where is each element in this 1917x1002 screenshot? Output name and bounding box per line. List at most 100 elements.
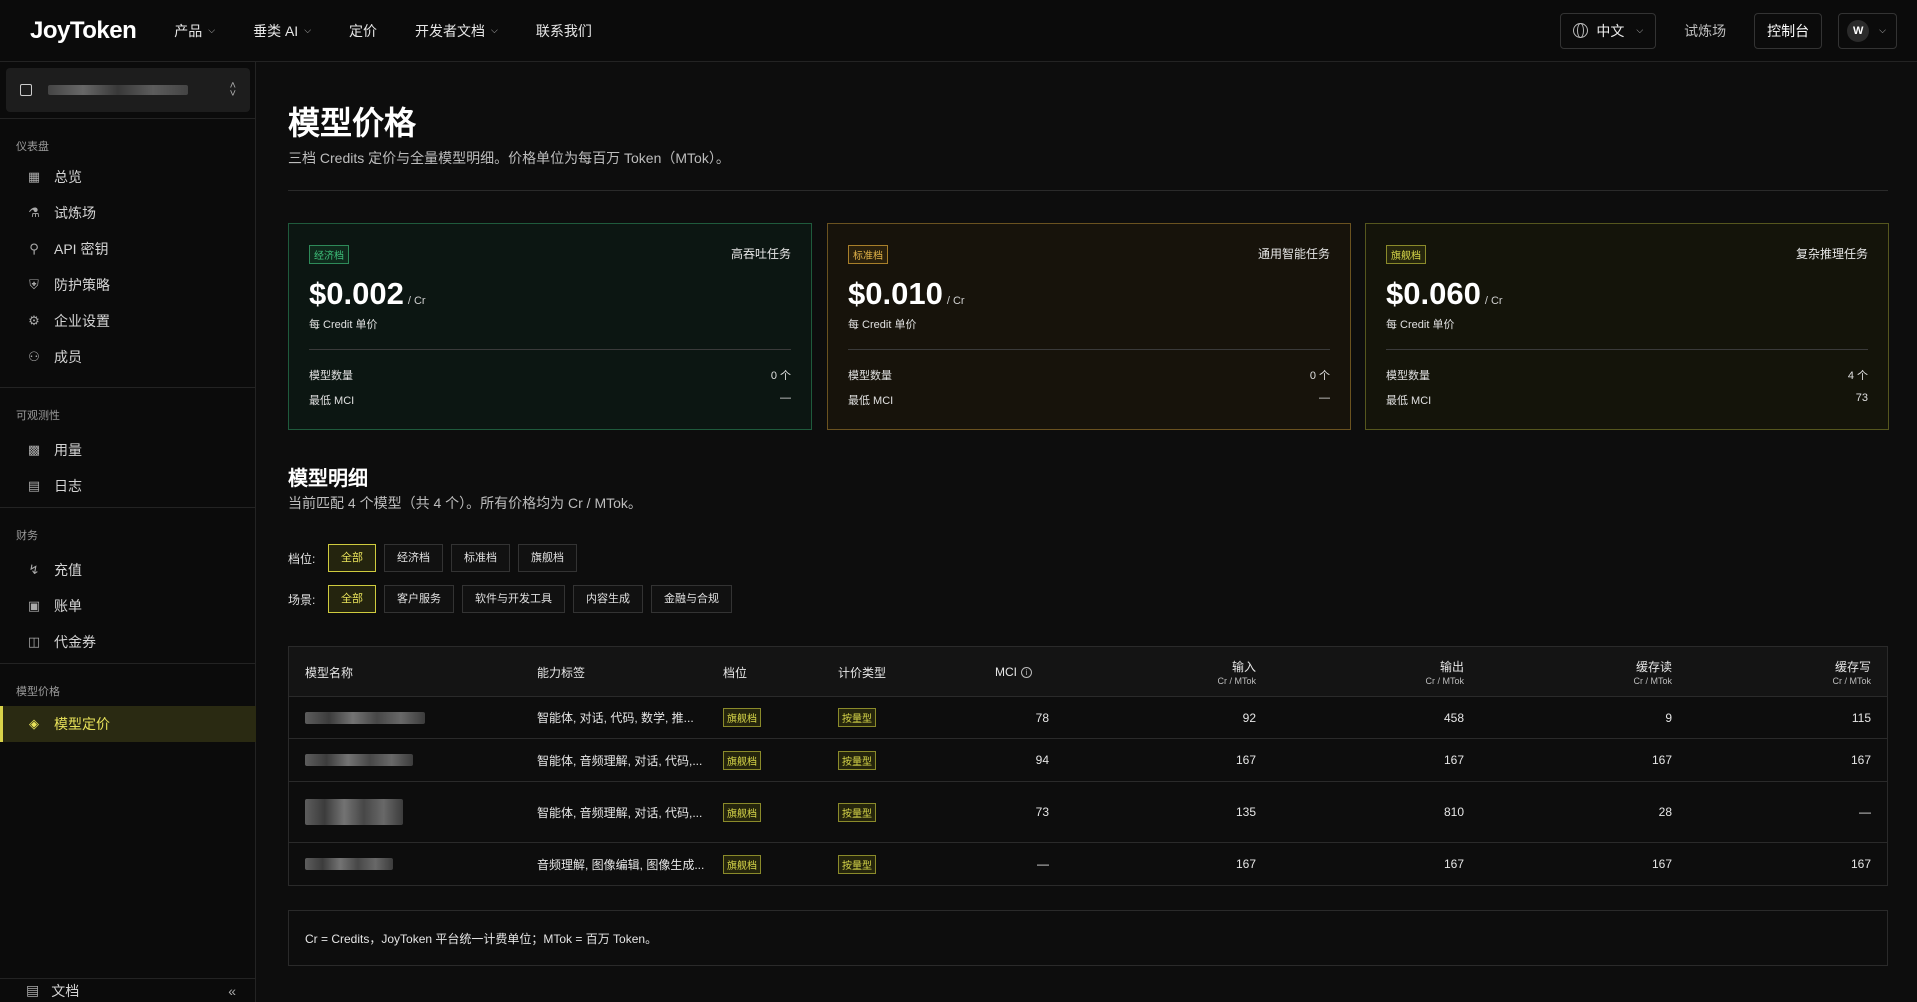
scene-filter: 场景: 全部 客户服务 软件与开发工具 内容生成 金融与合规 <box>288 585 740 613</box>
org-switcher[interactable]: ˄ ˅ <box>6 68 250 112</box>
collapse-sidebar-icon[interactable]: « <box>228 983 236 999</box>
chip-scene-customer-service[interactable]: 客户服务 <box>384 585 454 613</box>
chip-tier-standard[interactable]: 标准档 <box>451 544 510 572</box>
nav-contact[interactable]: 联系我们 <box>536 21 592 41</box>
top-right-actions: 中文 ⌵ 试炼场 控制台 W ⌵ <box>1560 12 1897 49</box>
chevron-down-icon: ⌵ <box>491 25 498 35</box>
sidebar-item-model-pricing[interactable]: ◈ 模型定价 <box>0 706 256 742</box>
cell-caps: 音频理解, 图像编辑, 图像生成... <box>537 857 705 872</box>
chip-tier-flagship[interactable]: 旗舰档 <box>518 544 577 572</box>
col-header-price-type[interactable]: 计价类型 <box>838 647 886 697</box>
sidebar-item-topup[interactable]: ↯ 充值 <box>0 552 256 588</box>
chip-tier-economy[interactable]: 经济档 <box>384 544 443 572</box>
stat-value: 0 个 <box>770 370 791 382</box>
table-row[interactable]: 智能体, 音频理解, 对话, 代码,... 旗舰档 按量型 73 135 810… <box>289 782 1887 843</box>
tier-tag: 旗舰档 <box>723 708 761 727</box>
cell-price-type: 按量型 <box>838 843 876 885</box>
nav-docs[interactable]: 开发者文档 ⌵ <box>415 21 498 41</box>
col-header-cache-write[interactable]: 缓存写 Cr / MTok <box>1832 647 1871 697</box>
sidebar-item-api-keys[interactable]: ⚲ API 密钥 <box>0 231 256 267</box>
col-header-mci[interactable]: MCI i <box>995 647 1032 697</box>
tier-usage: 高吞吐任务 <box>730 247 791 261</box>
table-row[interactable]: 智能体, 对话, 代码, 数学, 推... 旗舰档 按量型 78 92 458 … <box>289 697 1887 739</box>
tier-badge: 经济档 <box>309 245 349 264</box>
table-row[interactable]: 智能体, 音频理解, 对话, 代码,... 旗舰档 按量型 94 167 167… <box>289 739 1887 782</box>
col-header-caps[interactable]: 能力标签 <box>537 647 585 697</box>
col-header-unit: Cr / MTok <box>1217 676 1256 686</box>
col-header-output[interactable]: 输出 Cr / MTok <box>1425 647 1464 697</box>
docs-link[interactable]: 文档 <box>51 981 79 1001</box>
flask-icon: ⚗ <box>28 205 40 220</box>
tier-usage: 复杂推理任务 <box>1795 247 1868 261</box>
cell-tier: 旗舰档 <box>723 739 761 781</box>
chip-scene-software-dev[interactable]: 软件与开发工具 <box>462 585 565 613</box>
gear-icon: ⚙ <box>28 313 40 328</box>
sidebar-item-logs[interactable]: ▤ 日志 <box>0 468 256 504</box>
tier-card-standard: 标准档 通用智能任务 $0.010/ Cr 每 Credit 单价 模型数量 0 … <box>827 223 1351 430</box>
tier-filter: 档位: 全部 经济档 标准档 旗舰档 <box>288 544 585 572</box>
nav-products[interactable]: 产品 ⌵ <box>174 21 215 41</box>
stat-label: 最低 MCI <box>1386 395 1432 407</box>
divider <box>0 507 256 508</box>
sidebar-item-guard-policy[interactable]: ⛨ 防护策略 <box>0 267 256 303</box>
cell-input: 92 <box>1242 710 1256 725</box>
unit-note: Cr = Credits，JoyToken 平台统一计费单位；MTok = 百万… <box>288 910 1888 966</box>
logo[interactable]: JoyToken <box>30 17 137 45</box>
cell-cache-read: 167 <box>1651 857 1672 871</box>
stat-value: 0 个 <box>1309 370 1330 382</box>
tier-price-unit: / Cr <box>1484 295 1503 307</box>
sidebar-item-members[interactable]: ⚇ 成员 <box>0 339 256 375</box>
chevron-updown-icon: ˄ ˅ <box>229 80 236 100</box>
stat-label: 模型数量 <box>1386 370 1430 382</box>
price-type-tag: 按量型 <box>838 802 876 822</box>
playground-link[interactable]: 试炼场 <box>1684 21 1726 41</box>
sidebar-footer: ▤ 文档 « <box>0 978 256 1002</box>
filter-label: 档位: <box>288 551 316 566</box>
cell-cache-read: 167 <box>1651 753 1672 767</box>
col-header-cache-read[interactable]: 缓存读 Cr / MTok <box>1633 647 1672 697</box>
tier-price-value: $0.060 <box>1386 276 1481 311</box>
sidebar-item-vouchers[interactable]: ◫ 代金券 <box>0 624 256 660</box>
nav-pricing[interactable]: 定价 <box>349 21 377 41</box>
cell-caps: 智能体, 对话, 代码, 数学, 推... <box>537 711 694 725</box>
tier-card-flagship: 旗舰档 复杂推理任务 $0.060/ Cr 每 Credit 单价 模型数量 4 … <box>1365 223 1889 430</box>
sidebar-item-enterprise-settings[interactable]: ⚙ 企业设置 <box>0 303 256 339</box>
console-button[interactable]: 控制台 <box>1754 12 1823 49</box>
bill-icon: ▣ <box>27 598 41 613</box>
nav-label: 联系我们 <box>535 22 592 39</box>
cell-output: 167 <box>1443 857 1464 871</box>
sidebar-item-bills[interactable]: ▣ 账单 <box>0 588 256 624</box>
sidebar-group-title: 财务 <box>16 530 38 542</box>
users-icon: ⚇ <box>28 349 40 364</box>
chip-scene-content-gen[interactable]: 内容生成 <box>573 585 643 613</box>
cell-output: 458 <box>1443 710 1464 725</box>
cell-cache-write: — <box>1859 805 1871 819</box>
sidebar-item-overview[interactable]: ▦ 总览 <box>0 159 256 195</box>
col-header-input[interactable]: 输入 Cr / MTok <box>1217 647 1256 697</box>
col-header-tier[interactable]: 档位 <box>723 647 747 697</box>
chip-tier-all[interactable]: 全部 <box>328 544 376 572</box>
tag-icon: ◈ <box>29 716 39 731</box>
col-header-unit: Cr / MTok <box>1633 676 1672 686</box>
table-row[interactable]: 音频理解, 图像编辑, 图像生成... 旗舰档 按量型 — 167 167 16… <box>289 843 1887 885</box>
model-name-redacted <box>305 782 403 842</box>
stat-label: 模型数量 <box>848 370 892 382</box>
user-menu[interactable]: W ⌵ <box>1838 12 1897 49</box>
page-title: 模型价格 <box>288 105 417 141</box>
info-icon[interactable]: i <box>1021 666 1032 678</box>
cell-cache-write: 167 <box>1850 753 1871 767</box>
divider <box>848 349 1330 350</box>
language-select[interactable]: 中文 ⌵ <box>1560 12 1657 49</box>
sidebar-item-label: 企业设置 <box>54 313 110 329</box>
chip-scene-finance-compliance[interactable]: 金融与合规 <box>651 585 732 613</box>
chevron-down-icon: ⌵ <box>208 25 216 35</box>
col-header-name[interactable]: 模型名称 <box>305 647 353 697</box>
cell-tier: 旗舰档 <box>723 843 761 885</box>
model-table: 模型名称 能力标签 档位 计价类型 MCI i 输入 Cr / MTok 输出 Cr … <box>288 646 1888 886</box>
sidebar-item-usage[interactable]: ▩ 用量 <box>0 432 256 468</box>
nav-vertical-ai[interactable]: 垂类 AI ⌵ <box>253 21 311 41</box>
book-icon: ▤ <box>26 982 40 998</box>
chip-scene-all[interactable]: 全部 <box>328 585 376 613</box>
sidebar-item-playground[interactable]: ⚗ 试炼场 <box>0 195 256 231</box>
tier-min-mci: 最低 MCI 73 <box>1386 392 1868 408</box>
